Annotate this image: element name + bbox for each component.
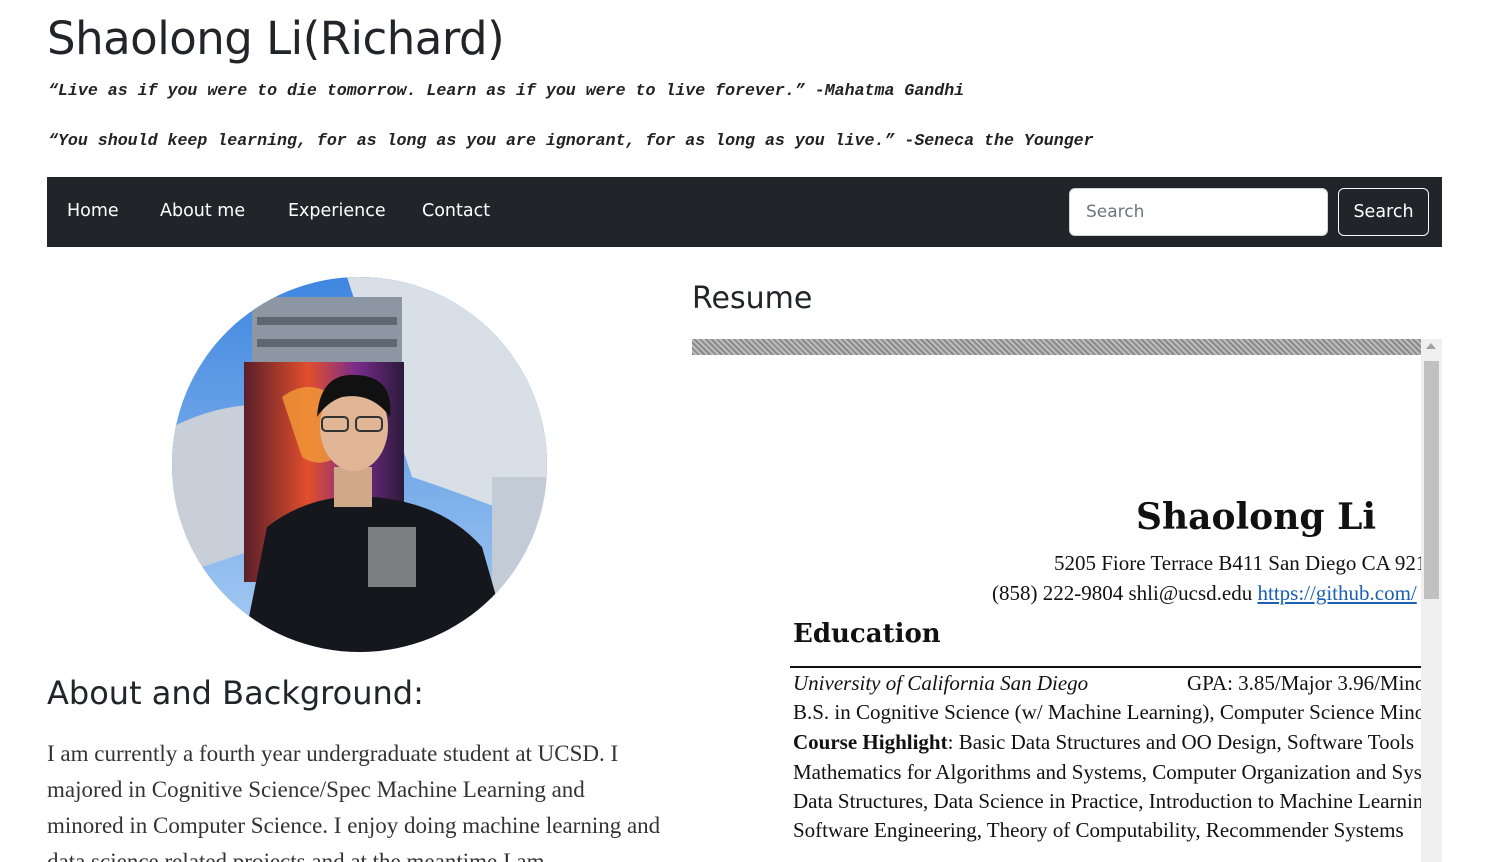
resume-course-line: Software Engineering, Theory of Computab… (793, 818, 1404, 842)
resume-address: 5205 Fiore Terrace B411 San Diego CA 921… (1054, 551, 1421, 575)
resume-education-heading: Education (793, 619, 941, 649)
about-paragraph: I am currently a fourth year undergradua… (47, 741, 661, 862)
resume-gpa: GPA: 3.85/Major 3.96/Minor (1187, 671, 1421, 695)
section-divider (790, 666, 1421, 668)
scrollbar-thumb[interactable] (1424, 361, 1439, 599)
scroll-up-arrow-icon[interactable] (1426, 343, 1436, 349)
resume-degree: B.S. in Cognitive Science (w/ Machine Le… (793, 700, 1421, 724)
search-input[interactable] (1069, 188, 1328, 236)
resume-school: University of California San Diego (793, 671, 1089, 695)
navbar: Home About me Experience Contact Search (47, 177, 1442, 247)
resume-name: Shaolong Li (1136, 496, 1377, 538)
quote-gandhi: “Live as if you were to die tomorrow. Le… (48, 81, 965, 100)
nav-link-home[interactable]: Home (67, 201, 119, 221)
resume-course-label: Course Highlight (793, 730, 948, 754)
resume-course-line: Course Highlight: Basic Data Structures … (793, 730, 1414, 755)
pdf-toolbar (692, 339, 1421, 355)
resume-heading: Resume (692, 281, 813, 316)
profile-photo (172, 277, 547, 652)
resume-course-line: Mathematics for Algorithms and Systems, … (793, 760, 1421, 784)
nav-link-contact[interactable]: Contact (422, 201, 490, 221)
resume-github-link[interactable]: https://github.com/ (1257, 581, 1416, 605)
resume-phone-email: (858) 222-9804 shli@ucsd.edu (992, 581, 1258, 605)
profile-photo-illustration (172, 277, 547, 652)
nav-link-about-me[interactable]: About me (160, 201, 245, 221)
about-heading: About and Background: (47, 674, 424, 712)
search-button[interactable]: Search (1338, 188, 1429, 236)
site-title: Shaolong Li(Richard) (47, 12, 505, 65)
resume-course-line: Data Structures, Data Science in Practic… (793, 789, 1421, 813)
resume-document: Shaolong Li 5205 Fiore Terrace B411 San … (692, 355, 1421, 862)
resume-course-text: : Basic Data Structures and OO Design, S… (947, 730, 1415, 754)
resume-embed[interactable]: Shaolong Li 5205 Fiore Terrace B411 San … (692, 339, 1442, 862)
resume-scrollbar[interactable] (1421, 339, 1442, 862)
quote-seneca: “You should keep learning, for as long a… (48, 131, 1094, 150)
nav-link-experience[interactable]: Experience (288, 201, 386, 221)
resume-contact: (858) 222-9804 shli@ucsd.edu https://git… (992, 581, 1417, 606)
